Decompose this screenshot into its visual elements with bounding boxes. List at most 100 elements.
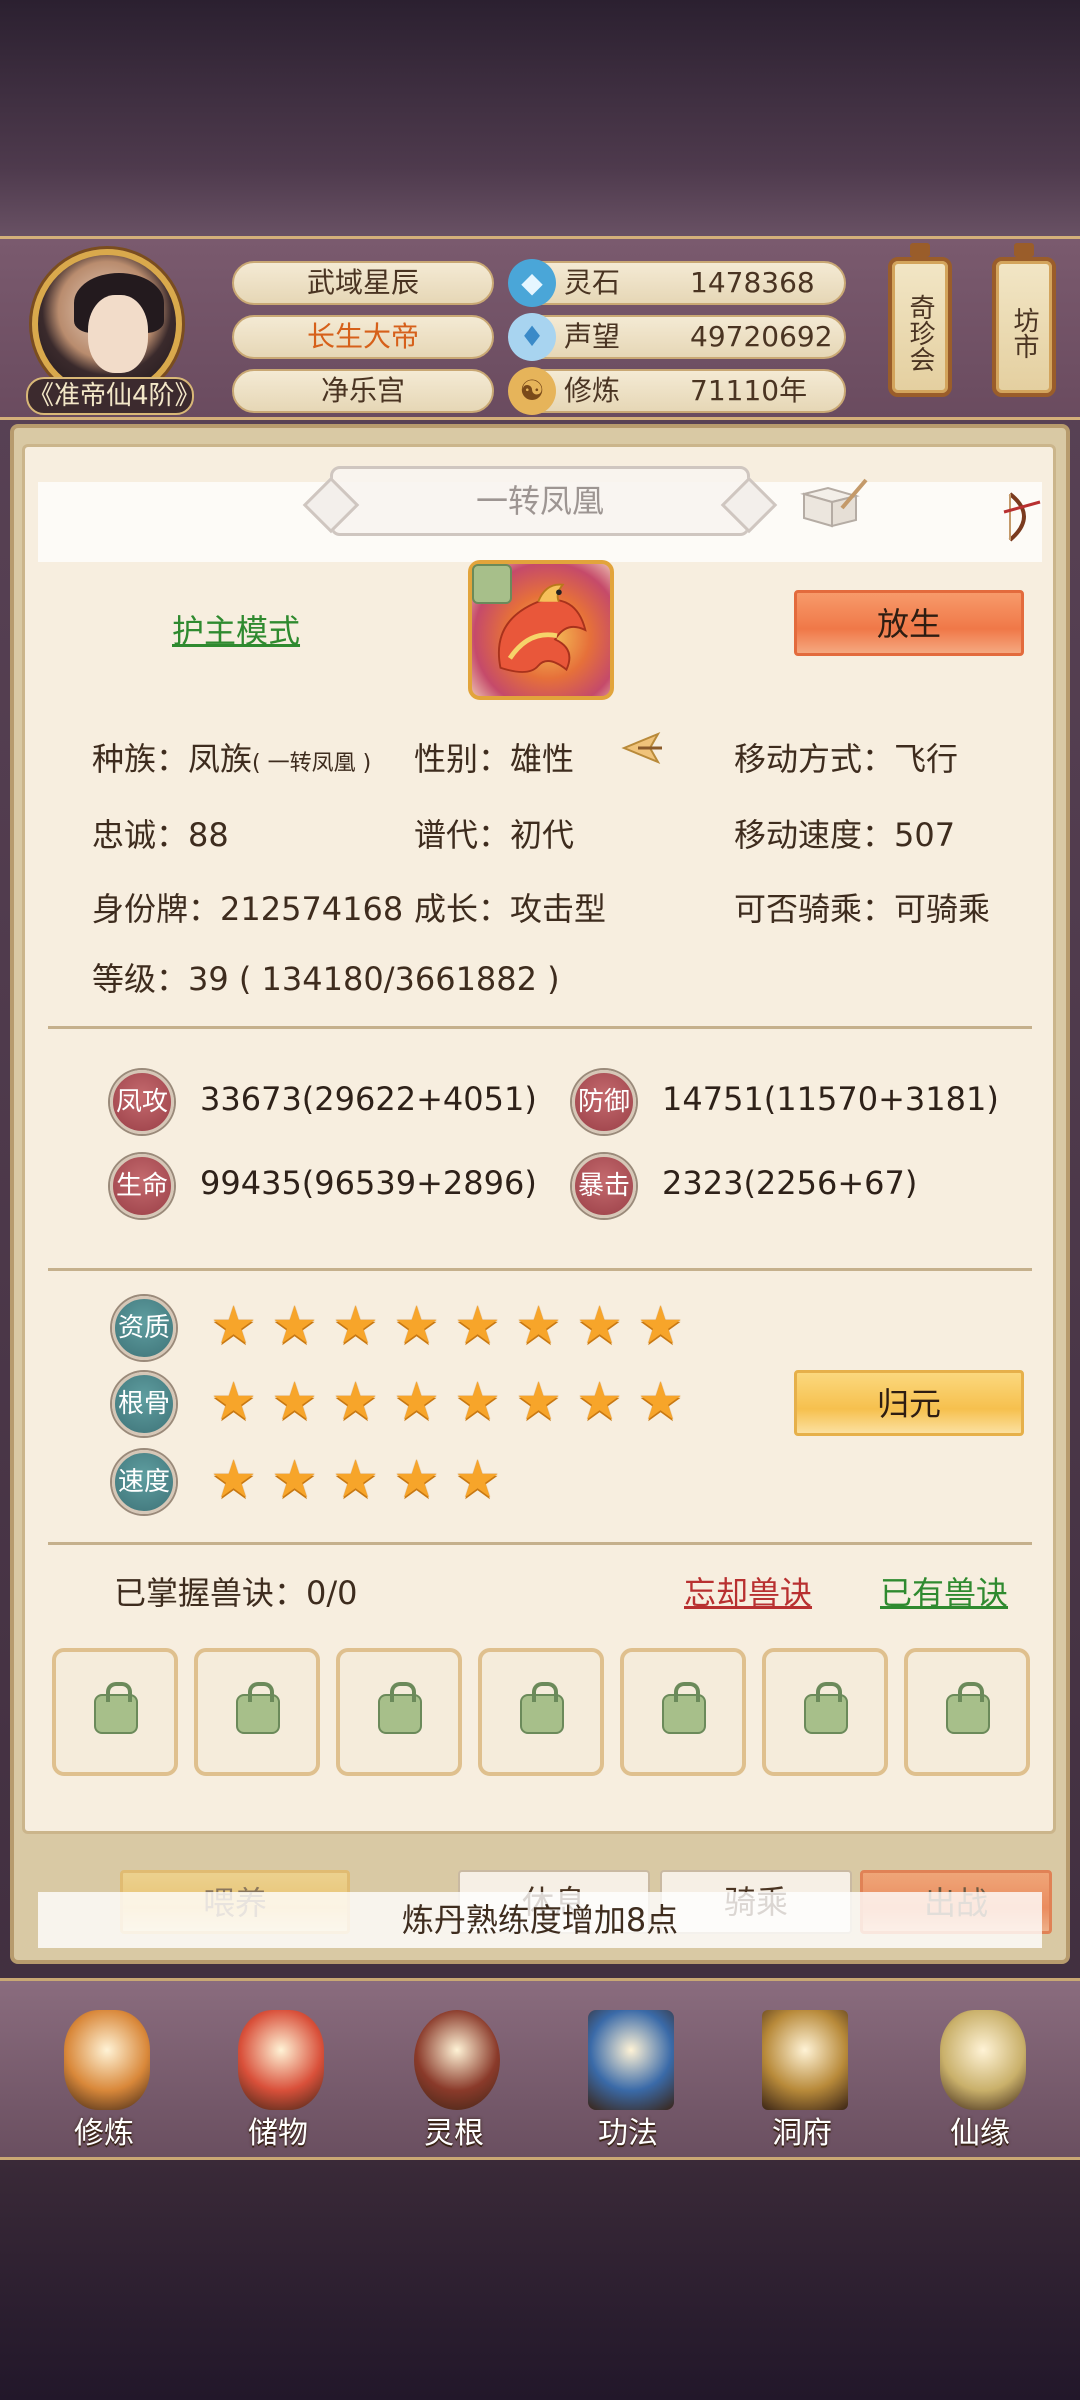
cultivation-icon: ☯ [508, 367, 556, 415]
title-2[interactable]: 长生大帝 [232, 315, 494, 359]
divider [48, 1542, 1032, 1545]
bone-stars: ★ ★ ★ ★ ★ ★ ★ ★ [206, 1376, 688, 1430]
return-button[interactable]: 归元 [794, 1370, 1024, 1436]
nav-technique[interactable]: 功法 [558, 2010, 698, 2160]
skill-slot[interactable] [52, 1648, 178, 1776]
level-info: 等级：39 ( 134180/3661882 ) [92, 960, 560, 998]
nav-cave[interactable]: 洞府 [732, 2010, 872, 2160]
forget-skill-link[interactable]: 忘却兽诀 [684, 1568, 812, 1614]
header-bar: 《准帝仙4阶》 武域星辰 长生大帝 净乐宫 ◆ 灵石 1478368 ♦ 声望 … [0, 236, 1080, 420]
star-icon: ★ [576, 1372, 623, 1432]
resource-value: 71110年 [690, 374, 808, 407]
star-icon: ★ [637, 1372, 684, 1432]
race-value: 凤族 [188, 740, 253, 778]
owned-skill-link[interactable]: 已有兽诀 [880, 1568, 1008, 1614]
move-speed-info: 移动速度：507 [734, 816, 956, 854]
market-button[interactable]: 坊市 [992, 243, 1056, 397]
star-icon: ★ [637, 1296, 684, 1356]
star-icon: ★ [393, 1450, 440, 1510]
lock-icon [378, 1682, 422, 1734]
arrow-icon[interactable] [620, 728, 666, 768]
star-icon: ★ [210, 1296, 257, 1356]
loyalty-info: 忠诚：88 [92, 816, 229, 854]
release-button[interactable]: 放生 [794, 590, 1024, 656]
skill-slot[interactable] [478, 1648, 604, 1776]
hp-badge: 生命 [110, 1154, 174, 1218]
title-1[interactable]: 武域星辰 [232, 261, 494, 305]
toast-message: 炼丹熟练度增加8点 [38, 1892, 1042, 1948]
nav-cultivate[interactable]: 修炼 [34, 2010, 174, 2160]
growth-info: 成长：攻击型 [414, 890, 607, 928]
resource-cultivation[interactable]: ☯ 修炼 71110年 [508, 367, 846, 415]
divider [48, 1268, 1032, 1271]
star-icon: ★ [210, 1450, 257, 1510]
player-avatar[interactable]: 《准帝仙4阶》 [26, 249, 201, 415]
bow-icon[interactable] [1000, 488, 1044, 544]
spirit-root-icon [414, 2010, 500, 2110]
edit-name-icon[interactable] [798, 474, 870, 534]
attack-badge: 凤攻 [110, 1070, 174, 1134]
star-icon: ★ [454, 1296, 501, 1356]
race-label: 种族： [92, 740, 189, 778]
lock-icon [804, 1682, 848, 1734]
treasure-fair-button[interactable]: 奇珍会 [888, 243, 952, 397]
star-icon: ★ [393, 1372, 440, 1432]
technique-book-icon [588, 2010, 674, 2110]
crit-value: 2323(2256+67) [662, 1164, 918, 1202]
nav-spirit-root[interactable]: 灵根 [384, 2010, 524, 2160]
aptitude-stars: ★ ★ ★ ★ ★ ★ ★ ★ [206, 1300, 688, 1354]
star-icon: ★ [576, 1296, 623, 1356]
nav-label: 功法 [598, 2116, 658, 2151]
gender-info: 性别：雄性 [414, 740, 575, 778]
nav-storage[interactable]: 储物 [208, 2010, 348, 2160]
lock-icon [662, 1682, 706, 1734]
defense-value: 14751(11570+3181) [662, 1080, 999, 1118]
fate-gourd-icon [940, 2010, 1026, 2110]
resource-label: 灵石 [564, 266, 621, 299]
nav-label: 修炼 [74, 2116, 134, 2151]
nav-label: 仙缘 [950, 2116, 1010, 2151]
skill-slot[interactable] [336, 1648, 462, 1776]
crit-badge: 暴击 [572, 1154, 636, 1218]
star-icon: ★ [515, 1372, 562, 1432]
star-icon: ★ [332, 1450, 379, 1510]
resource-prestige[interactable]: ♦ 声望 49720692 [508, 313, 846, 361]
star-icon: ★ [332, 1296, 379, 1356]
aptitude-badge: 资质 [112, 1296, 176, 1360]
pet-name-title: 一转凤凰 [475, 482, 604, 520]
race-info: 种族：凤族( 一转凤凰 ) [92, 734, 371, 780]
generation-info: 谱代：初代 [414, 816, 575, 854]
star-icon: ★ [271, 1450, 318, 1510]
nav-fate[interactable]: 仙缘 [910, 2010, 1050, 2160]
guard-mode-link[interactable]: 护主模式 [172, 606, 300, 652]
attack-value: 33673(29622+4051) [200, 1080, 537, 1118]
movement-info: 移动方式：飞行 [734, 740, 959, 778]
rideable-info: 可否骑乘：可骑乘 [734, 890, 991, 928]
rank-label: 《准帝仙4阶》 [26, 377, 201, 415]
star-icon: ★ [332, 1372, 379, 1432]
top-background [0, 0, 1080, 240]
star-icon: ★ [515, 1296, 562, 1356]
lock-icon [946, 1682, 990, 1734]
id-card-info: 身份牌：212574168 [92, 890, 404, 928]
star-icon: ★ [271, 1372, 318, 1432]
resource-label: 声望 [564, 320, 621, 353]
skill-slot[interactable] [620, 1648, 746, 1776]
avatar-face [88, 295, 148, 373]
title-3[interactable]: 净乐宫 [232, 369, 494, 413]
mastered-skills-label: 已掌握兽诀：0/0 [114, 1574, 358, 1612]
cave-house-icon [762, 2010, 848, 2110]
skill-slot[interactable] [194, 1648, 320, 1776]
skill-slot[interactable] [904, 1648, 1030, 1776]
lock-icon [94, 1682, 138, 1734]
nav-label: 洞府 [772, 2116, 832, 2151]
resource-label: 修炼 [564, 374, 621, 407]
skill-slot[interactable] [762, 1648, 888, 1776]
resource-spirit-stone[interactable]: ◆ 灵石 1478368 [508, 259, 846, 307]
bottom-background [0, 2160, 1080, 2400]
storage-bag-icon [238, 2010, 324, 2110]
spirit-stone-icon: ◆ [508, 259, 556, 307]
star-icon: ★ [454, 1450, 501, 1510]
star-icon: ★ [210, 1372, 257, 1432]
resource-value: 49720692 [690, 320, 833, 353]
